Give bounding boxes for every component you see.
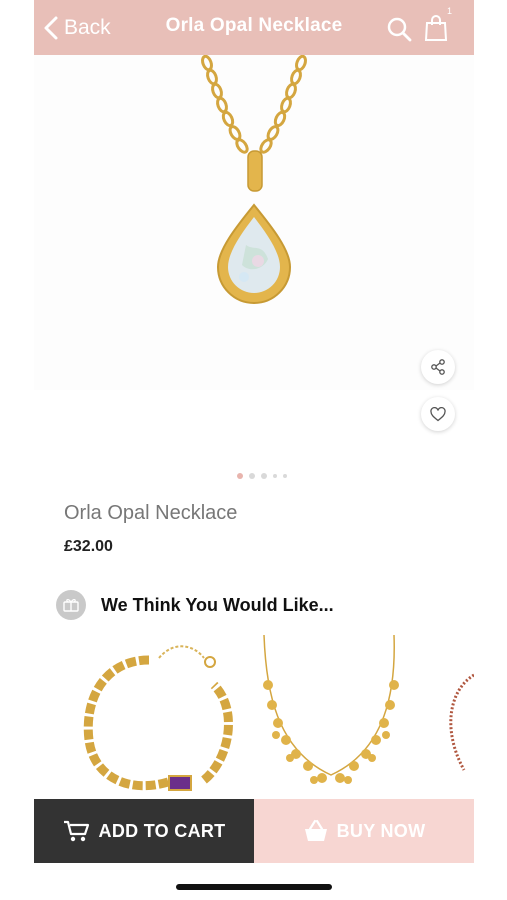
gallery-pagination[interactable]: [237, 473, 287, 479]
buy-now-label: BUY NOW: [336, 820, 426, 841]
top-navigation-bar: Back Orla Opal Necklace 1: [34, 0, 474, 55]
heart-icon: [430, 406, 446, 421]
recommendations-title: We Think You Would Like...: [101, 595, 334, 615]
favorite-button[interactable]: [421, 397, 455, 431]
recommendation-item[interactable]: [434, 630, 474, 800]
buy-now-button[interactable]: BUY NOW: [254, 799, 474, 863]
pagination-dot[interactable]: [261, 473, 267, 479]
product-name: Orla Opal Necklace: [64, 502, 238, 524]
shopping-bag-icon[interactable]: [424, 14, 448, 42]
product-image: [201, 55, 307, 304]
pagination-dot[interactable]: [283, 474, 287, 478]
add-to-cart-label: ADD TO CART: [98, 820, 226, 841]
pagination-dot[interactable]: [249, 473, 255, 479]
pagination-dot[interactable]: [273, 474, 277, 478]
cart-count-badge: 1: [446, 6, 452, 16]
shopping-basket-icon: [304, 819, 327, 841]
necklace-image: [263, 634, 399, 784]
product-image-gallery[interactable]: [34, 55, 474, 390]
home-indicator[interactable]: [176, 884, 332, 890]
pagination-dot[interactable]: [237, 473, 243, 479]
share-button[interactable]: [421, 350, 455, 384]
beaded-bracelet-image: [449, 673, 474, 771]
gift-box-icon: [63, 599, 79, 612]
add-to-cart-button[interactable]: ADD TO CART: [34, 799, 254, 863]
shopping-cart-icon: [63, 820, 89, 842]
search-icon[interactable]: [386, 16, 412, 42]
app-screen: Back Orla Opal Necklace 1 Orla Opal Neck…: [34, 0, 474, 900]
recommendation-item[interactable]: [246, 630, 421, 800]
recommendations-carousel[interactable]: [34, 630, 474, 800]
share-icon: [431, 359, 445, 375]
recommendation-item[interactable]: [64, 630, 234, 800]
recommendations-icon: [56, 590, 86, 620]
bracelet-image: [83, 645, 233, 791]
product-price: £32.00: [64, 538, 113, 555]
